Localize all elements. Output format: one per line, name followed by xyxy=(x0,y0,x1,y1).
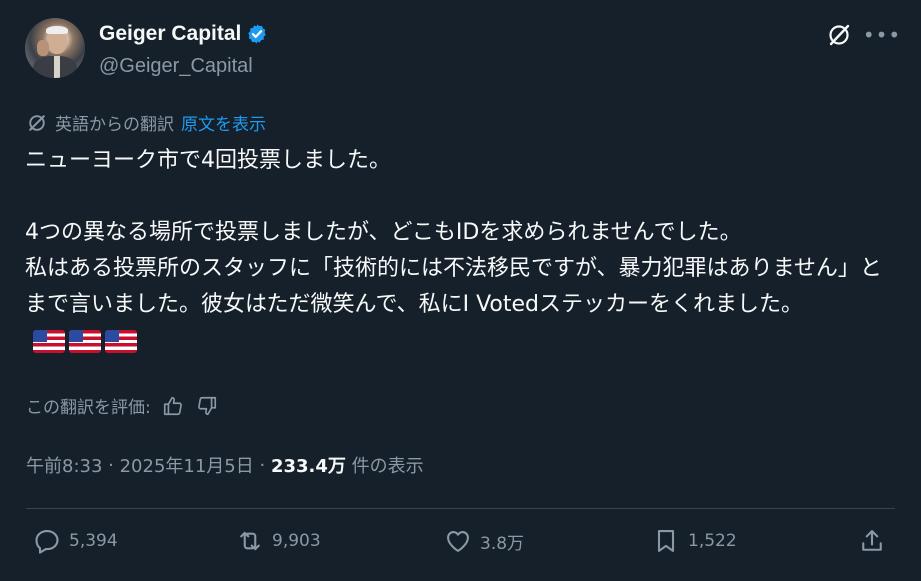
more-icon[interactable]: ••• xyxy=(863,22,900,48)
reply-icon xyxy=(35,530,59,554)
us-flag-icon xyxy=(105,329,137,353)
bookmark-icon xyxy=(657,530,675,552)
grok-icon[interactable] xyxy=(826,22,852,48)
bookmark-button[interactable]: 1,522 xyxy=(652,527,737,555)
reply-button[interactable]: 5,394 xyxy=(33,527,118,555)
rate-translation-label: この翻訳を評価: xyxy=(26,398,151,418)
translation-note: 英語からの翻訳 xyxy=(55,115,174,135)
retweet-count: 9,903 xyxy=(272,531,321,551)
meta-separator: · xyxy=(102,454,120,476)
thumbs-down-icon[interactable] xyxy=(195,394,219,418)
retweet-button[interactable]: 9,903 xyxy=(236,527,321,555)
author-display-name[interactable]: Geiger Capital xyxy=(99,22,241,46)
views-label: 件の表示 xyxy=(345,456,424,477)
retweet-icon xyxy=(240,531,260,551)
like-button[interactable]: 3.8万 xyxy=(444,527,524,555)
tweet-date[interactable]: 2025年11月5日 xyxy=(120,452,254,478)
like-icon xyxy=(447,530,469,552)
reply-count: 5,394 xyxy=(69,531,118,551)
tweet-paragraph-2: 4つの異なる場所で投票しましたが、どこもIDを求められませんでした。 私はある投… xyxy=(25,220,882,317)
translation-row: 英語からの翻訳 原文を表示 xyxy=(26,110,266,135)
like-count: 3.8万 xyxy=(480,533,525,554)
tweet-paragraph-1: ニューヨーク市で4回投票しました。 xyxy=(25,148,391,173)
avatar[interactable] xyxy=(25,18,85,78)
flag-emojis xyxy=(33,329,137,353)
share-button[interactable] xyxy=(858,527,886,555)
us-flag-icon xyxy=(33,329,65,353)
author-handle[interactable]: @Geiger_Capital xyxy=(99,55,253,78)
meta-separator: · xyxy=(253,454,271,476)
show-original-link[interactable]: 原文を表示 xyxy=(181,110,266,135)
rate-translation-row: この翻訳を評価: xyxy=(26,393,219,418)
thumbs-up-icon[interactable] xyxy=(161,394,185,418)
tweet-meta: 午前8:33 · 2025年11月5日 · 233.4万 件の表示 xyxy=(26,452,424,478)
author-name-row[interactable]: Geiger Capital xyxy=(99,22,268,46)
divider xyxy=(26,508,895,509)
views-count: 233.4万 xyxy=(270,456,346,477)
tweet-time[interactable]: 午前8:33 xyxy=(26,452,102,478)
bookmark-count: 1,522 xyxy=(688,531,737,551)
share-icon xyxy=(862,530,882,551)
tweet-text: ニューヨーク市で4回投票しました。 4つの異なる場所で投票しましたが、どこもID… xyxy=(25,143,885,359)
grok-translate-icon xyxy=(29,114,45,131)
verified-badge-icon xyxy=(248,24,267,44)
us-flag-icon xyxy=(69,329,101,353)
